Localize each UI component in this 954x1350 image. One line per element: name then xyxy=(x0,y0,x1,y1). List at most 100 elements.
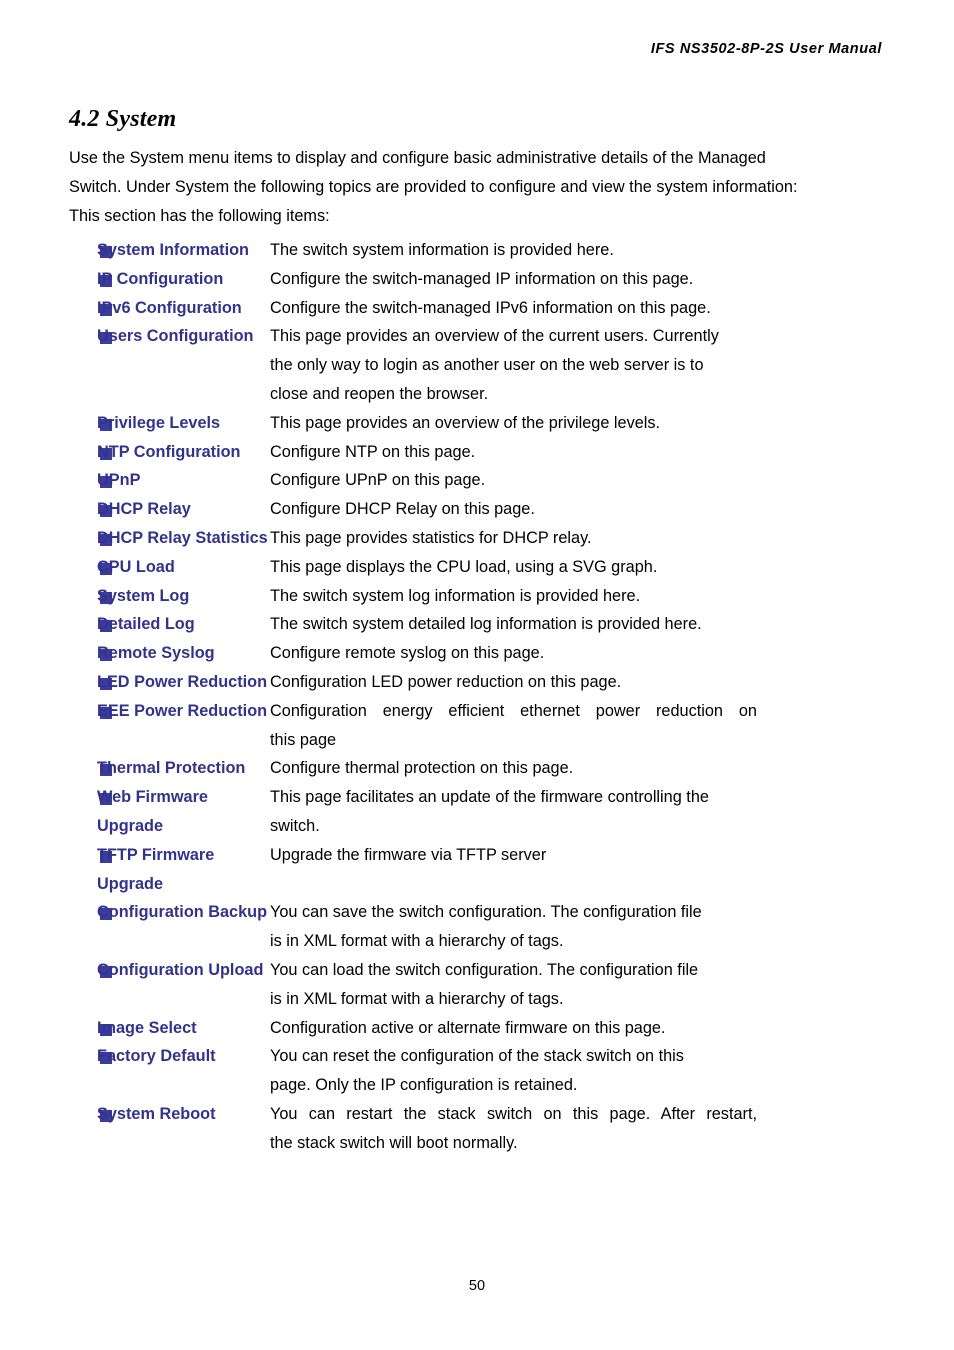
list-item-description: The switch system information is provide… xyxy=(269,236,891,265)
description-line: Configure NTP on this page. xyxy=(270,442,476,461)
list-item-term[interactable]: Remote Syslog xyxy=(97,639,269,668)
description-line: Configure thermal protection on this pag… xyxy=(270,759,574,778)
list-item-bullet-cell xyxy=(69,1100,112,1122)
list-item: Image Select Configuration active or alte… xyxy=(69,1014,891,1043)
section-intro: Use the System menu items to display and… xyxy=(69,144,879,231)
description-line: the stack switch will boot normally. xyxy=(270,1133,518,1152)
list-item-term[interactable]: Configuration Upload xyxy=(97,956,269,985)
description-line: This page facilitates an update of the f… xyxy=(270,788,709,807)
description-line: You can restart the stack switch on this… xyxy=(270,1104,757,1123)
list-item-description: Configuration energy efficient ethernet … xyxy=(269,697,891,755)
list-item-description: Configuration LED power reduction on thi… xyxy=(269,668,891,697)
list-item: NTP Configuration Configure NTP on this p… xyxy=(69,438,891,467)
list-item: Configuration Upload You can load the swi… xyxy=(69,956,891,1014)
description-line: You can load the switch configuration. T… xyxy=(270,960,699,979)
list-item-term[interactable]: DHCP Relay xyxy=(97,495,269,524)
list-item-term[interactable]: Web Firmware Upgrade xyxy=(97,783,269,841)
list-item-term[interactable]: DHCP Relay Statistics xyxy=(97,524,269,553)
list-item-bullet-cell xyxy=(69,294,112,316)
description-line: You can reset the configuration of the s… xyxy=(270,1047,684,1066)
list-item-description: Configure UPnP on this page. xyxy=(269,466,891,495)
list-item-description: This page facilitates an update of the f… xyxy=(269,783,891,841)
list-item-description: You can reset the configuration of the s… xyxy=(269,1042,891,1100)
list-item-term[interactable]: System Log xyxy=(97,582,269,611)
description-line: Configuration energy efficient ethernet … xyxy=(270,701,757,720)
list-item-bullet-cell xyxy=(69,610,112,633)
list-item: DHCP Relay Configure DHCP Relay on this p… xyxy=(69,495,891,524)
list-item-bullet-cell xyxy=(69,1042,112,1065)
list-item: Users Configuration This page provides an… xyxy=(69,322,891,408)
list-item-term[interactable]: Thermal Protection xyxy=(97,754,269,783)
list-item-term[interactable]: Privilege Levels xyxy=(97,409,269,438)
list-item-description: The switch system log information is pro… xyxy=(269,582,891,611)
list-item-term[interactable]: Users Configuration xyxy=(97,322,269,351)
description-line: page. Only the IP configuration is retai… xyxy=(270,1076,578,1095)
list-item: Configuration Backup You can save the swi… xyxy=(69,898,891,956)
description-line: Upgrade the firmware via TFTP server xyxy=(270,845,547,864)
list-item-term[interactable]: Configuration Backup xyxy=(97,898,269,927)
list-item: Web Firmware Upgrade This page facilitate… xyxy=(69,783,891,841)
list-item-description: This page provides statistics for DHCP r… xyxy=(269,524,891,553)
list-item-term[interactable]: Detailed Log xyxy=(97,610,269,639)
list-item-bullet-cell xyxy=(69,265,112,287)
description-line: This page displays the CPU load, using a… xyxy=(270,557,658,576)
list-item-term[interactable]: NTP Configuration xyxy=(97,438,269,467)
list-item-term[interactable]: IP Configuration xyxy=(97,265,269,294)
description-line: switch. xyxy=(270,816,320,835)
list-item-term[interactable]: CPU Load xyxy=(97,553,269,582)
list-item-term[interactable]: IPv6 Configuration xyxy=(97,294,269,323)
list-item-bullet-cell xyxy=(69,582,112,604)
intro-line: Use the System menu items to display and… xyxy=(69,149,766,167)
list-item-bullet-cell xyxy=(69,668,112,690)
list-item-term[interactable]: TFTP Firmware Upgrade xyxy=(97,841,269,899)
list-item-description: This page provides an overview of the pr… xyxy=(269,409,891,438)
list-item: CPU Load This page displays the CPU load,… xyxy=(69,553,891,582)
list-item: System Information The switch system info… xyxy=(69,236,891,265)
list-item-bullet-cell xyxy=(69,639,112,662)
description-line: close and reopen the browser. xyxy=(270,384,489,403)
intro-line: Switch. Under System the following topic… xyxy=(69,178,798,196)
list-item-bullet-cell xyxy=(69,1014,112,1036)
list-item-bullet-cell xyxy=(69,841,112,863)
description-line: You can save the switch configuration. T… xyxy=(270,903,702,922)
description-line: The switch system log information is pro… xyxy=(270,586,641,605)
list-item: Factory Default You can reset the configu… xyxy=(69,1042,891,1100)
description-line: is in XML format with a hierarchy of tag… xyxy=(270,932,564,951)
list-item-bullet-cell xyxy=(69,956,112,978)
section-title: 4.2 System xyxy=(69,106,177,132)
list-item: TFTP Firmware Upgrade Upgrade the firmwar… xyxy=(69,841,891,899)
list-item-term[interactable]: UPnP xyxy=(97,466,269,495)
list-item: Privilege Levels This page provides an ov… xyxy=(69,409,891,438)
list-item: IP Configuration Configure the switch-man… xyxy=(69,265,891,294)
list-item: UPnP Configure UPnP on this page. xyxy=(69,466,891,495)
list-item-description: Configure the switch-managed IP informat… xyxy=(269,265,891,294)
list-item-description: Configure NTP on this page. xyxy=(269,438,891,467)
list-item-term[interactable]: Image Select xyxy=(97,1014,269,1043)
list-item-description: Configure thermal protection on this pag… xyxy=(269,754,891,783)
list-item: Remote Syslog Configure remote syslog on … xyxy=(69,639,891,668)
list-item-bullet-cell xyxy=(69,553,112,575)
list-item: Detailed Log The switch system detailed l… xyxy=(69,610,891,639)
list-item-term[interactable]: System Information xyxy=(97,236,269,265)
description-line: is in XML format with a hierarchy of tag… xyxy=(270,989,564,1008)
list-item-bullet-cell xyxy=(69,754,112,777)
description-line: This page provides statistics for DHCP r… xyxy=(270,528,592,547)
description-line: this page xyxy=(270,730,337,749)
list-item-term[interactable]: Factory Default xyxy=(97,1042,269,1071)
description-line: Configure the switch-managed IP informat… xyxy=(270,269,694,288)
list-item-description: You can load the switch configuration. T… xyxy=(269,956,891,1014)
list-item: DHCP Relay Statistics This page provides … xyxy=(69,524,891,553)
description-line: the only way to login as another user on… xyxy=(270,356,704,375)
list-item-term[interactable]: LED Power Reduction xyxy=(97,668,269,697)
list-item-bullet-cell xyxy=(69,898,112,921)
description-line: The switch system detailed log informati… xyxy=(270,615,702,634)
description-line: Configuration active or alternate firmwa… xyxy=(270,1018,666,1037)
description-line: Configure UPnP on this page. xyxy=(270,471,486,490)
page-number: 50 xyxy=(468,1278,486,1294)
list-item-bullet-cell xyxy=(69,524,112,546)
description-line: Configure the switch-managed IPv6 inform… xyxy=(270,298,711,317)
list-item-description: Configure the switch-managed IPv6 inform… xyxy=(269,294,891,323)
document-page: IFS NS3502-8P-2S User Manual 4.2 System … xyxy=(0,0,954,1350)
list-item-term[interactable]: System Reboot xyxy=(97,1100,269,1129)
list-item-term[interactable]: EEE Power Reduction xyxy=(97,697,269,726)
